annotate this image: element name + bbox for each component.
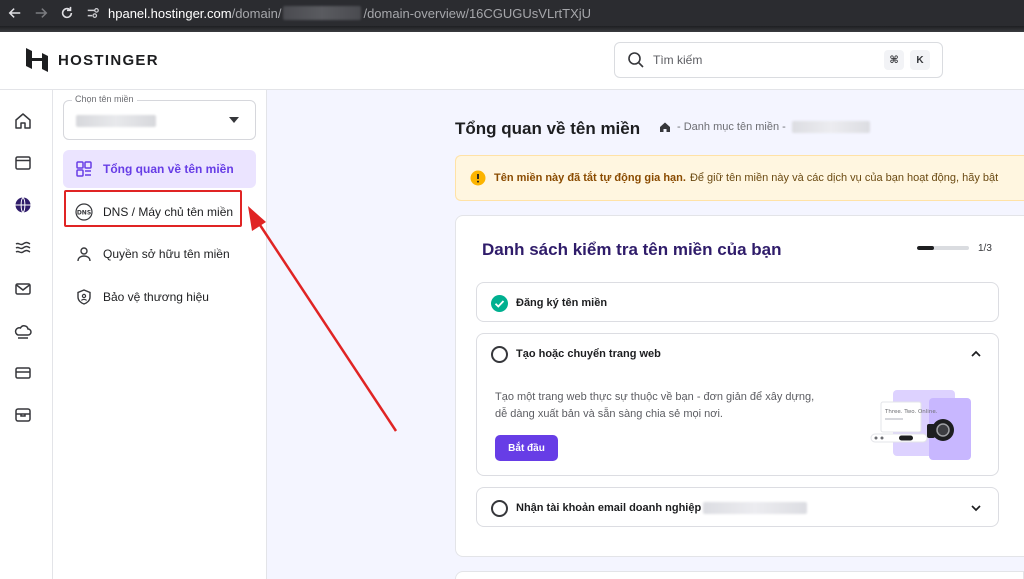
- shortcut-key-cmd: ⌘: [884, 50, 904, 70]
- domain-globe-icon[interactable]: [14, 196, 32, 214]
- url-host: hpanel.hostinger.com: [108, 5, 232, 21]
- checklist-step-email[interactable]: Nhận tài khoản email doanh nghiệp: [476, 487, 999, 527]
- overview-grid-icon: [75, 160, 93, 178]
- sidebar-item-domain-overview[interactable]: Tổng quan về tên miền: [63, 150, 256, 188]
- warning-icon: [470, 170, 486, 186]
- domain-value-redacted: [76, 115, 156, 127]
- chevron-down-icon[interactable]: [970, 502, 982, 514]
- url-path-suffix: /domain-overview/16CGUGUsVLrtTXjU: [363, 5, 592, 21]
- sidebar-item-label: Tổng quan về tên miền: [103, 162, 234, 176]
- empty-circle-icon: [491, 499, 508, 517]
- caret-down-icon: [229, 117, 239, 123]
- checklist-progress-bar: [917, 246, 969, 250]
- cloud-icon[interactable]: [14, 322, 32, 340]
- domain-select[interactable]: Chọn tên miền: [63, 94, 256, 140]
- domain-checklist-card: Danh sách kiểm tra tên miền của bạn 1/3 …: [455, 215, 1024, 557]
- logo-text: HOSTINGER: [58, 51, 159, 69]
- search-placeholder: Tìm kiếm: [653, 53, 703, 67]
- checklist-step-register[interactable]: Đăng ký tên miền: [476, 282, 999, 322]
- check-circle-icon: [491, 294, 508, 312]
- search-icon: [628, 52, 644, 68]
- step-label: Nhận tài khoản email doanh nghiệp: [516, 502, 702, 514]
- sidebar-item-ownership[interactable]: Quyền sở hữu tên miền: [63, 235, 256, 273]
- step-header: Đăng ký tên miền: [491, 283, 607, 323]
- step-header: Nhận tài khoản email doanh nghiệp: [491, 488, 808, 528]
- empty-circle-icon: [491, 345, 508, 363]
- reload-icon: [61, 6, 73, 19]
- person-icon: [75, 245, 93, 263]
- store-icon[interactable]: [14, 406, 32, 424]
- sidebar-item-label: Bảo vệ thương hiệu: [103, 290, 209, 304]
- app-header: HOSTINGER Tìm kiếm ⌘ K: [0, 32, 1024, 90]
- home-icon[interactable]: [14, 112, 32, 130]
- domain-select-label: Chọn tên miền: [72, 94, 137, 104]
- breadcrumb-domain-redacted: [791, 121, 870, 133]
- website-builder-illustration: Three. Two. Online.: [870, 390, 971, 460]
- site-settings-icon[interactable]: [86, 6, 100, 20]
- search-input[interactable]: Tìm kiếm ⌘ K: [614, 42, 943, 78]
- hostinger-logo-icon: [26, 48, 48, 72]
- shortcut-key-k: K: [910, 50, 930, 70]
- browser-toolbar: hpanel.hostinger.com /domain/ /domain-ov…: [0, 0, 1024, 26]
- checklist-title: Danh sách kiểm tra tên miền của bạn: [482, 240, 782, 259]
- shield-icon: [75, 288, 93, 306]
- progress-fill: [917, 246, 935, 250]
- dns-highlight-box: [64, 190, 242, 227]
- address-bar[interactable]: hpanel.hostinger.com /domain/ /domain-ov…: [86, 3, 591, 23]
- breadcrumb-text[interactable]: - Danh mục tên miền -: [677, 121, 786, 133]
- website-icon[interactable]: [14, 154, 32, 172]
- alert-message: Để giữ tên miền này và các dịch vụ của b…: [689, 172, 999, 184]
- back-button[interactable]: [4, 2, 26, 24]
- url-redacted: [283, 6, 362, 20]
- reload-button[interactable]: [56, 2, 78, 24]
- forward-button[interactable]: [30, 2, 52, 24]
- arrow-right-icon: [35, 8, 48, 18]
- arrow-left-icon: [8, 8, 21, 18]
- auto-renew-alert: Tên miền này đã tắt tự động gia hạn. Để …: [455, 155, 1024, 201]
- domain-sidebar: Chọn tên miền Tổng quan về tên miền DNS …: [53, 90, 267, 579]
- start-button[interactable]: Bắt đầu: [495, 435, 558, 461]
- hosting-icon[interactable]: [14, 238, 32, 256]
- step-label: Tạo hoặc chuyển trang web: [516, 348, 661, 360]
- email-icon[interactable]: [14, 280, 32, 298]
- step-label-redacted: [703, 502, 808, 514]
- hostinger-logo[interactable]: HOSTINGER: [26, 48, 159, 72]
- billing-icon[interactable]: [14, 364, 32, 382]
- sidebar-item-label: Quyền sở hữu tên miền: [103, 247, 230, 261]
- page-title: Tổng quan về tên miền: [455, 119, 641, 138]
- progress-text: 1/3: [978, 243, 992, 254]
- icon-rail: [0, 90, 53, 579]
- chevron-up-icon[interactable]: [970, 348, 982, 360]
- step-header: Tạo hoặc chuyển trang web: [491, 334, 661, 374]
- step-description: Tạo một trang web thực sự thuộc về bạn -…: [495, 391, 815, 420]
- alert-title: Tên miền này đã tắt tự động gia hạn.: [494, 172, 686, 184]
- checklist-step-website[interactable]: Tạo hoặc chuyển trang web Tạo một trang …: [476, 333, 999, 476]
- breadcrumb: - Danh mục tên miền -: [659, 121, 870, 133]
- url-path-prefix: /domain/: [231, 5, 282, 21]
- sidebar-item-brand-protection[interactable]: Bảo vệ thương hiệu: [63, 278, 256, 316]
- step-label: Đăng ký tên miền: [516, 297, 608, 309]
- home-icon[interactable]: [659, 121, 671, 133]
- illus-caption: Three. Two. Online.: [884, 409, 938, 415]
- next-card-edge: [455, 571, 1024, 579]
